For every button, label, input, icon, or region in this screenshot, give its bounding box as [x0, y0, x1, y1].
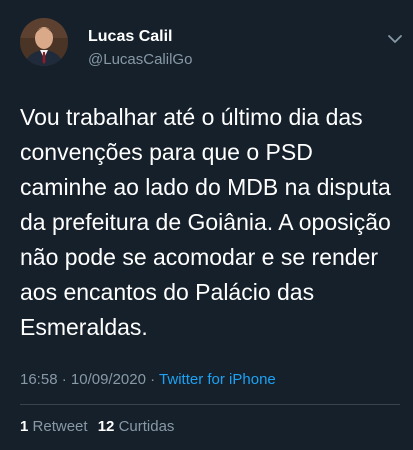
- avatar[interactable]: [20, 18, 68, 66]
- tweet-time[interactable]: 16:58: [20, 371, 58, 388]
- likes-count: 12: [97, 418, 115, 435]
- tweet-stats: 1 Retweet 12 Curtidas: [20, 418, 180, 435]
- profile-photo-icon: [20, 18, 68, 66]
- meta-separator: ·: [150, 371, 156, 388]
- display-name[interactable]: Lucas Calil: [88, 28, 172, 46]
- chevron-down-icon[interactable]: [386, 30, 404, 48]
- tweet-card: Lucas Calil @LucasCalilGo Vou trabalhar …: [0, 0, 413, 450]
- likes-stat[interactable]: 12 Curtidas: [98, 418, 175, 435]
- likes-label: Curtidas: [118, 418, 175, 435]
- retweets-count: 1: [20, 418, 29, 435]
- tweet-source-link[interactable]: Twitter for iPhone: [159, 371, 276, 388]
- user-handle[interactable]: @LucasCalilGo: [88, 51, 192, 68]
- retweets-stat[interactable]: 1 Retweet: [20, 418, 88, 435]
- tweet-date[interactable]: 10/09/2020: [71, 371, 146, 388]
- retweets-label: Retweet: [32, 418, 88, 435]
- tweet-meta: 16:58 · 10/09/2020 · Twitter for iPhone: [20, 371, 276, 388]
- divider: [20, 404, 400, 405]
- tweet-text: Vou trabalhar até o último dia das conve…: [20, 104, 391, 340]
- meta-separator: ·: [61, 371, 67, 388]
